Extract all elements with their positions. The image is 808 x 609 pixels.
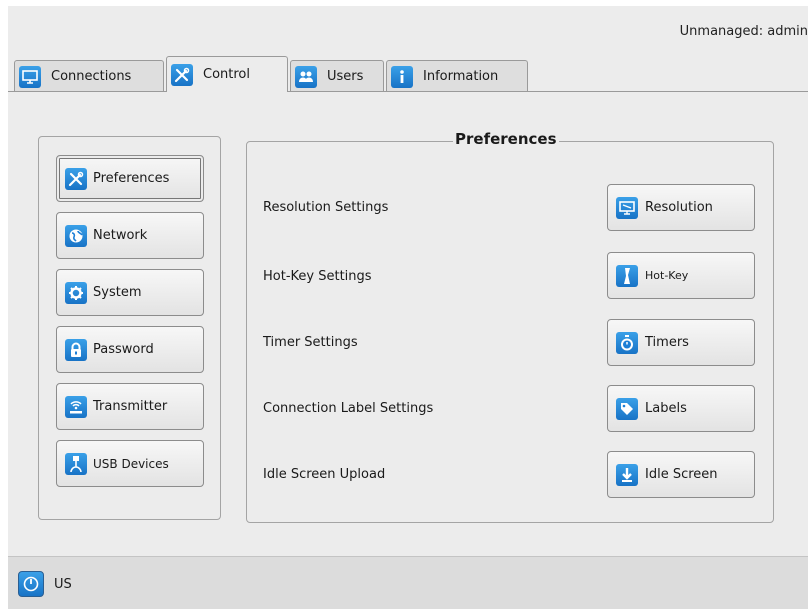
user-status: Unmanaged: admin <box>679 24 808 39</box>
idle-screen-button[interactable]: Idle Screen <box>607 451 755 498</box>
usb-icon <box>65 452 87 475</box>
panel-title: Preferences <box>453 130 559 148</box>
tab-divider <box>8 91 808 92</box>
info-icon <box>391 65 413 88</box>
sidebar-item-preferences[interactable]: Preferences <box>56 155 204 202</box>
sidebar-item-system[interactable]: System <box>56 269 204 316</box>
lock-icon <box>65 338 87 361</box>
display-icon <box>616 196 638 219</box>
hotkey-button[interactable]: Hot-Key <box>607 252 755 299</box>
sidebar-item-password[interactable]: Password <box>56 326 204 373</box>
download-icon <box>616 463 638 486</box>
labels-button[interactable]: Labels <box>607 385 755 432</box>
status-bar: US <box>8 556 808 609</box>
sidebar-item-label: Transmitter <box>93 399 168 414</box>
tag-icon <box>616 397 638 420</box>
tab-label: Information <box>423 69 499 84</box>
tab-label: Users <box>327 69 364 84</box>
resolution-button[interactable]: Resolution <box>607 184 755 231</box>
button-label: Resolution <box>645 200 713 215</box>
tools-icon <box>65 167 87 190</box>
sidebar-item-network[interactable]: Network <box>56 212 204 259</box>
button-label: Idle Screen <box>645 467 718 482</box>
sidebar-item-label: Network <box>93 228 148 243</box>
sidebar-item-label: USB Devices <box>93 456 169 471</box>
button-label: Timers <box>645 335 689 350</box>
transmitter-icon <box>65 395 87 418</box>
tab-bar: Connections Control Users Information <box>8 54 808 92</box>
gear-icon <box>65 281 87 304</box>
keyboard-layout-label: US <box>54 577 72 592</box>
power-icon[interactable] <box>18 571 44 597</box>
monitor-icon <box>19 65 41 88</box>
tab-information[interactable]: Information <box>386 60 528 92</box>
sidebar-item-label: Password <box>93 342 154 357</box>
sidebar-item-usb-devices[interactable]: USB Devices <box>56 440 204 487</box>
tab-connections[interactable]: Connections <box>14 60 164 92</box>
tools-icon <box>171 63 193 86</box>
globe-icon <box>65 224 87 247</box>
timers-button[interactable]: Timers <box>607 319 755 366</box>
button-label: Labels <box>645 401 687 416</box>
idle-screen-upload-label: Idle Screen Upload <box>263 467 386 482</box>
tab-label: Connections <box>51 69 132 84</box>
app-window: Unmanaged: admin Connections Control Use… <box>8 6 808 609</box>
sidebar-item-transmitter[interactable]: Transmitter <box>56 383 204 430</box>
sidebar-item-label: Preferences <box>93 171 170 186</box>
users-icon <box>295 65 317 88</box>
preferences-panel: Preferences Resolution Settings Resoluti… <box>246 130 774 523</box>
hotkey-settings-label: Hot-Key Settings <box>263 269 372 284</box>
tab-control[interactable]: Control <box>166 56 288 92</box>
keyboard-icon <box>616 264 638 287</box>
stopwatch-icon <box>616 331 638 354</box>
timer-settings-label: Timer Settings <box>263 335 358 350</box>
sidebar-item-label: System <box>93 285 142 300</box>
connection-label-settings-label: Connection Label Settings <box>263 401 434 416</box>
tab-label: Control <box>203 67 250 82</box>
tab-users[interactable]: Users <box>290 60 384 92</box>
sidebar-panel: Preferences Network System Password Tran… <box>38 136 221 520</box>
button-label: Hot-Key <box>645 269 689 282</box>
resolution-settings-label: Resolution Settings <box>263 200 389 215</box>
